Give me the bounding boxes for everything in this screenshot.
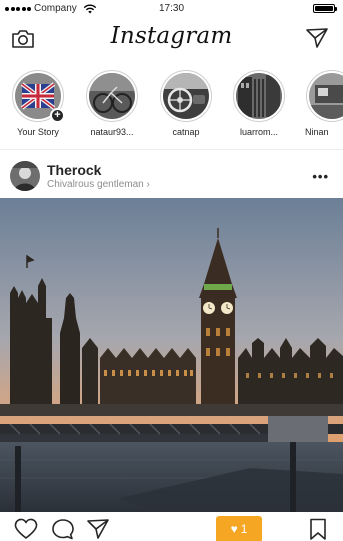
bookmark-icon[interactable]	[306, 518, 330, 540]
more-options-button[interactable]: •••	[312, 169, 329, 184]
story-item-luarrom[interactable]: luarrom...	[226, 70, 292, 137]
status-bar: Company 17:30	[0, 0, 343, 18]
story-label: nataur93...	[90, 127, 134, 137]
room-interior-thumbnail	[309, 73, 343, 119]
big-ben-photo	[0, 198, 343, 512]
like-heart-icon[interactable]	[14, 518, 38, 540]
clock: 17:30	[158, 3, 185, 14]
story-avatar	[86, 70, 138, 122]
post-image[interactable]	[0, 198, 343, 512]
stories-tray[interactable]: + Your Story nataur93... catnap luarrom.…	[0, 66, 343, 150]
post-username[interactable]: Therock	[47, 162, 101, 178]
share-send-icon[interactable]	[86, 518, 110, 540]
car-interior-thumbnail	[163, 73, 209, 119]
post-header: Therock Chivalrous gentleman › •••	[0, 155, 343, 197]
add-story-badge[interactable]: +	[50, 108, 65, 123]
story-item-ninan[interactable]: Ninan	[299, 70, 343, 137]
likes-count-badge[interactable]: ♥ 1	[216, 516, 262, 541]
battery-icon	[313, 4, 337, 13]
direct-message-icon[interactable]	[305, 26, 329, 50]
post-actions-bar: ♥ 1	[0, 514, 343, 541]
story-avatar	[306, 70, 343, 122]
likes-count: 1	[240, 521, 248, 536]
post-subtitle[interactable]: Chivalrous gentleman ›	[47, 179, 150, 190]
bicycle-thumbnail	[89, 73, 135, 119]
story-avatar	[233, 70, 285, 122]
story-item-catnap[interactable]: catnap	[153, 70, 219, 137]
chevron-right-icon: ›	[146, 179, 150, 190]
story-avatar: +	[12, 70, 65, 123]
user-avatar-image	[10, 161, 40, 191]
heart-filled-icon: ♥	[230, 521, 238, 536]
story-label: luarrom...	[239, 127, 278, 137]
app-logo: Instagram	[110, 23, 233, 49]
top-nav-bar: Instagram	[0, 20, 343, 60]
story-avatar	[160, 70, 212, 122]
avatar[interactable]	[10, 161, 40, 191]
story-label: Ninan	[305, 127, 329, 137]
street-scene-thumbnail	[236, 73, 282, 119]
story-label: catnap	[172, 127, 200, 137]
story-item-your-story[interactable]: + Your Story	[5, 70, 71, 137]
story-label: Your Story	[17, 127, 59, 137]
comment-icon[interactable]	[51, 518, 75, 540]
post-subtitle-text: Chivalrous gentleman	[47, 179, 144, 190]
story-item-nataur93[interactable]: nataur93...	[79, 70, 145, 137]
